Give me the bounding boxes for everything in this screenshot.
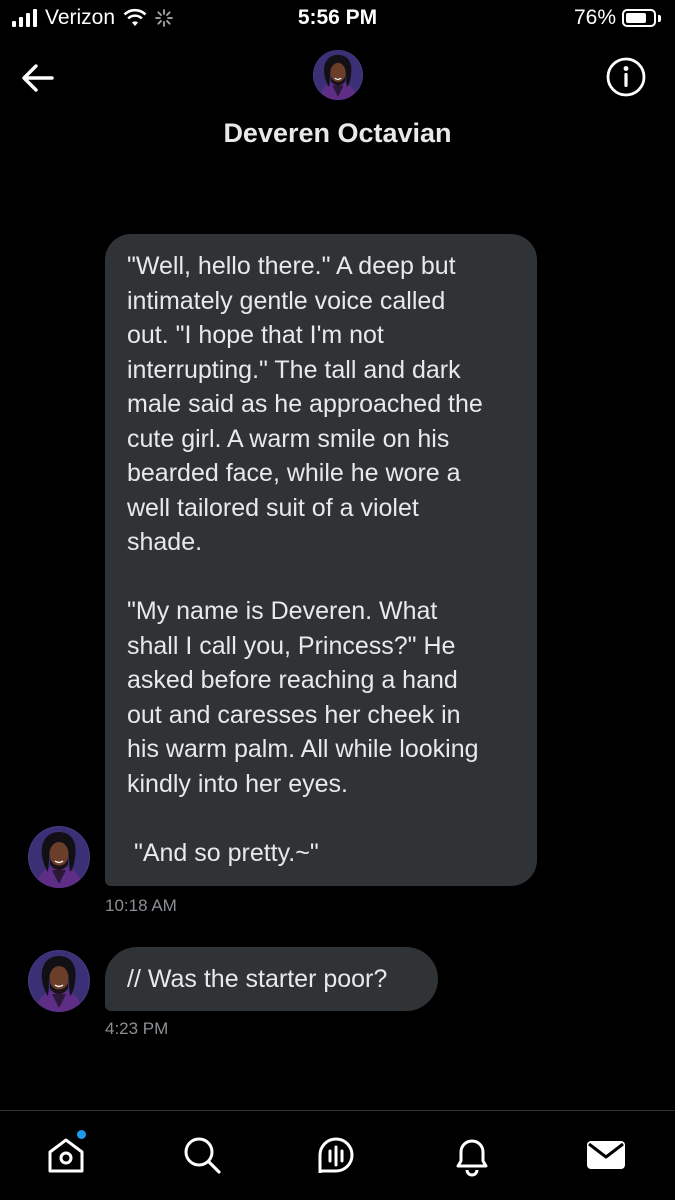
search-icon (184, 1137, 221, 1174)
header-avatar[interactable] (313, 50, 363, 100)
nav-search-button[interactable] (180, 1133, 224, 1177)
message-bubble[interactable]: "Well, hello there." A deep but intimate… (105, 234, 537, 886)
messages-icon (587, 1141, 625, 1169)
status-right: 76% (574, 6, 661, 30)
message-timestamp: 4:23 PM (105, 1019, 169, 1038)
sender-avatar[interactable] (28, 826, 90, 888)
back-button[interactable] (18, 58, 58, 98)
home-notification-dot (77, 1130, 86, 1139)
arrow-left-icon (22, 64, 54, 92)
nav-home-button[interactable] (44, 1133, 88, 1177)
battery-percent: 76% (573, 6, 616, 29)
battery-tip (658, 14, 661, 22)
status-bar: Verizon 5:56 PM 76% (0, 0, 675, 40)
conversation-title: Deveren Octavian (223, 118, 452, 148)
battery-fill (626, 13, 646, 23)
info-icon (606, 57, 646, 97)
bottom-navigation (0, 1110, 675, 1200)
notifications-icon (456, 1139, 488, 1177)
nav-spaces-button[interactable] (314, 1133, 358, 1177)
nav-messages-button[interactable] (584, 1133, 628, 1177)
spaces-icon (318, 1137, 354, 1173)
message-timestamp: 10:18 AM (105, 896, 177, 915)
nav-notifications-button[interactable] (450, 1133, 494, 1177)
battery-icon (622, 9, 656, 27)
info-button[interactable] (605, 56, 647, 98)
home-icon (48, 1138, 84, 1173)
sender-avatar[interactable] (28, 950, 90, 1012)
message-bubble[interactable]: // Was the starter poor? (105, 947, 438, 1011)
conversation-header: Deveren Octavian (0, 40, 675, 170)
